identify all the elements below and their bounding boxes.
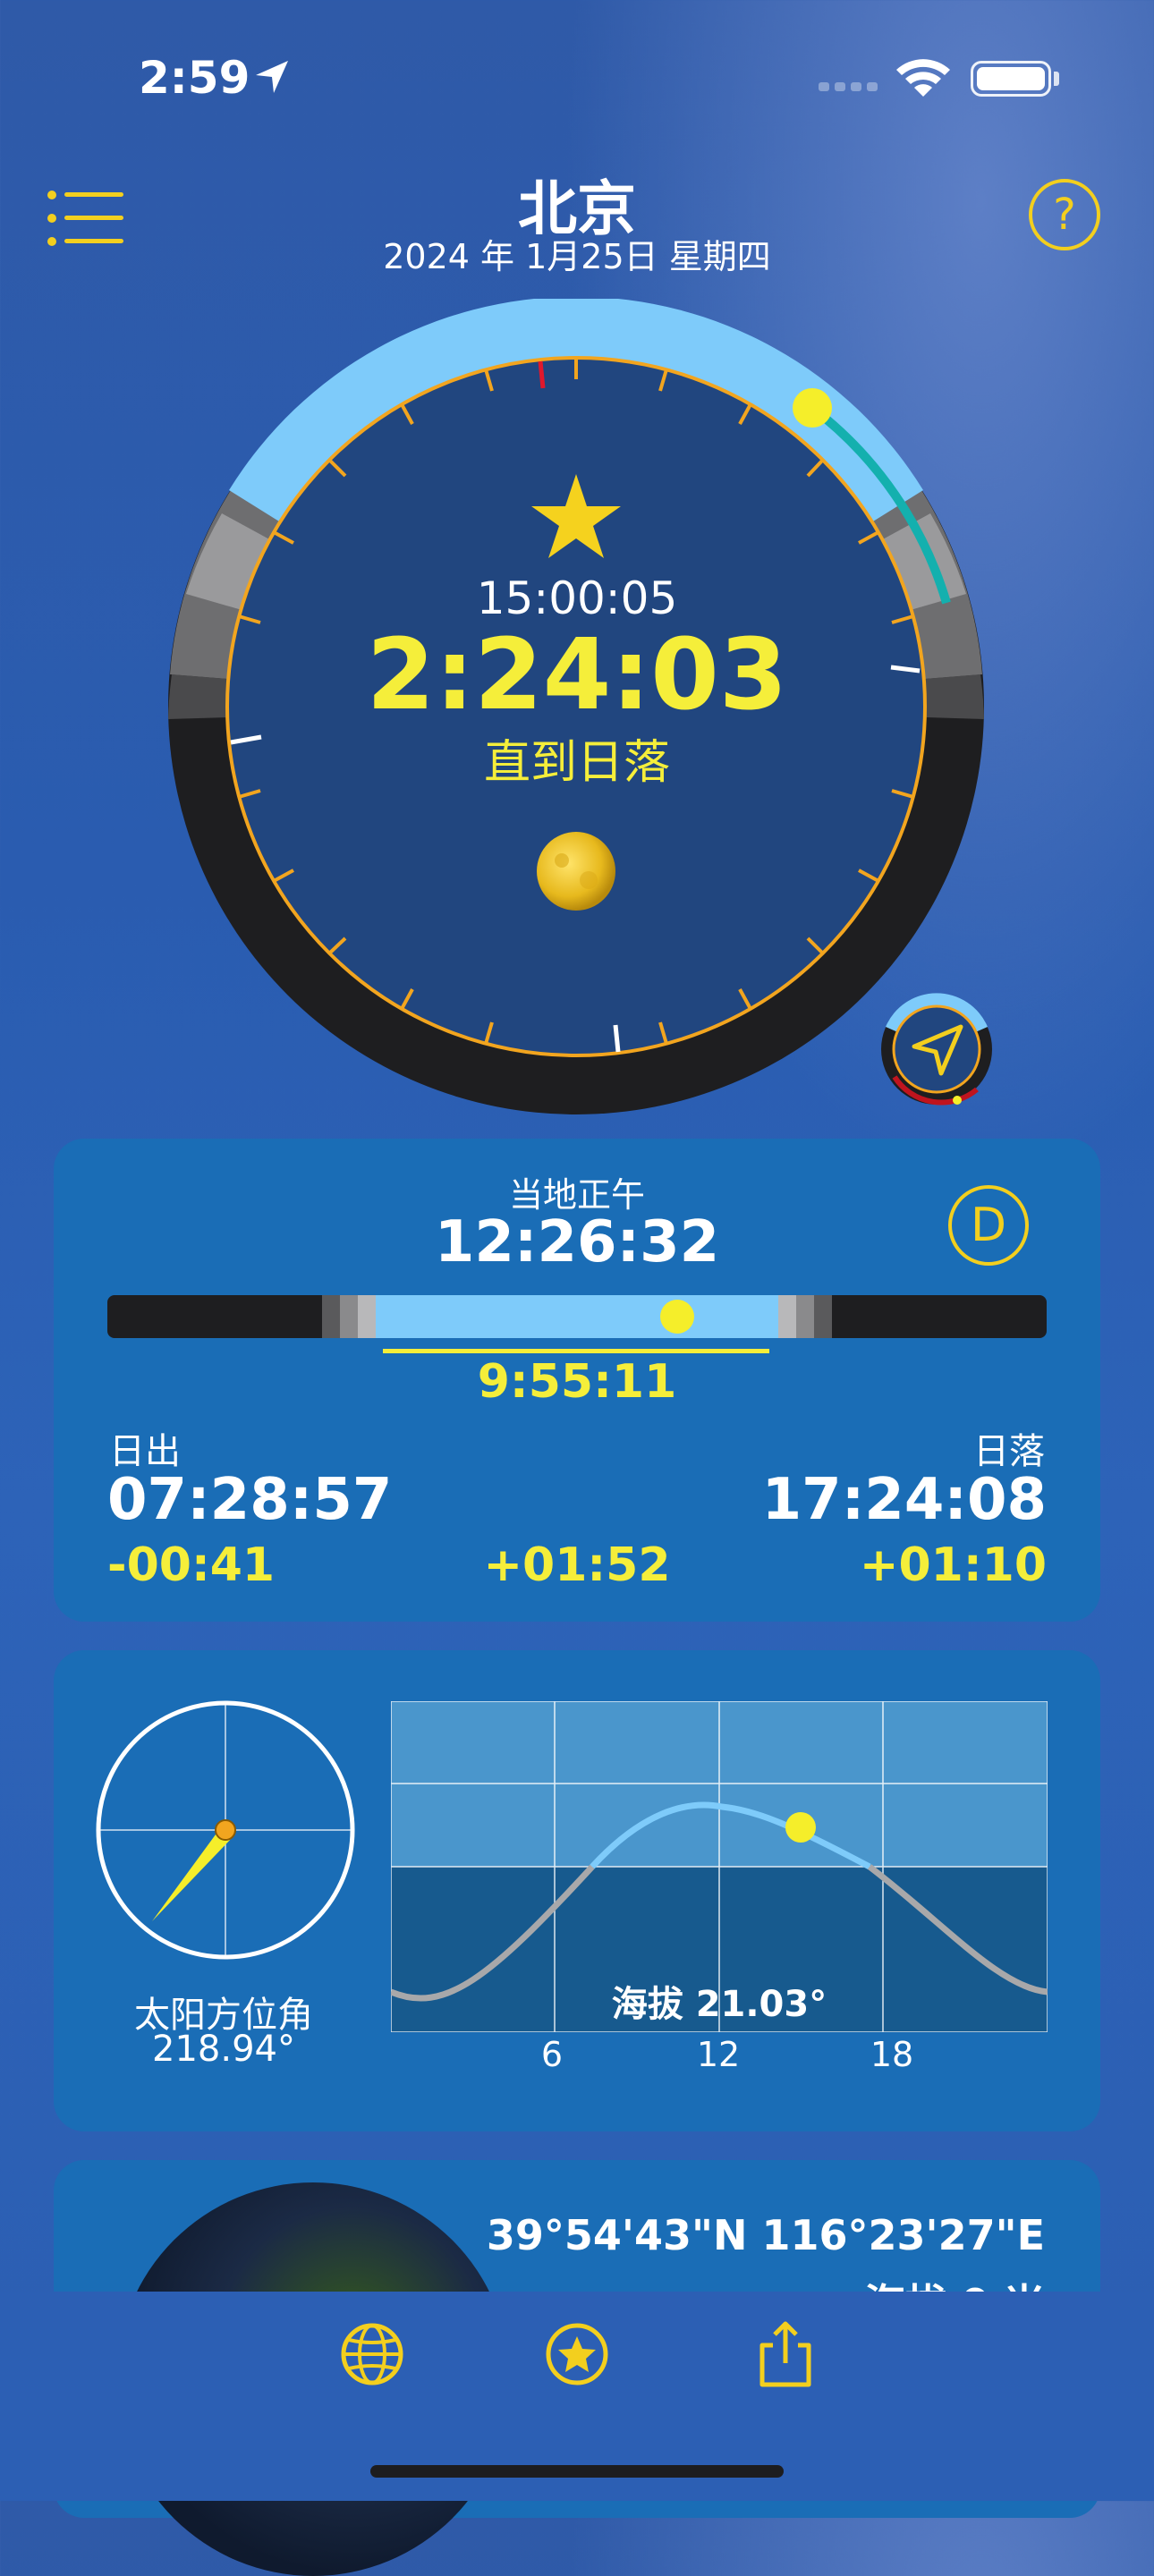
x-tick-18: 18 xyxy=(870,2035,914,2074)
share-icon[interactable] xyxy=(750,2318,821,2390)
sunset-change: +01:10 xyxy=(859,1538,1047,1592)
day-progress-bar xyxy=(107,1295,1047,1338)
sunset-time: 17:24:08 xyxy=(761,1467,1047,1533)
battery-icon xyxy=(971,61,1051,97)
day-length: 9:55:11 xyxy=(477,1355,677,1409)
coordinates: 39°54'43"N 116°23'27"E xyxy=(486,2211,1045,2259)
until-sunset-label: 直到日落 xyxy=(483,736,670,790)
altitude-label: 海拔 21.03° xyxy=(611,1984,827,2025)
wifi-icon xyxy=(896,59,950,97)
help-button[interactable]: ? xyxy=(1029,179,1100,250)
x-tick-6: 6 xyxy=(540,2035,564,2074)
day-length-underline xyxy=(383,1349,769,1353)
globe-icon[interactable] xyxy=(336,2318,408,2390)
date-subtitle: 2024 年 1月25日 星期四 xyxy=(383,237,771,276)
home-indicator xyxy=(370,2465,784,2478)
mode-d-button[interactable]: D xyxy=(948,1185,1029,1266)
sunrise-time: 07:28:57 xyxy=(107,1467,393,1533)
azimuth-compass xyxy=(96,1700,355,1960)
countdown-timer: 2:24:03 xyxy=(366,617,788,732)
azimuth-value: 218.94° xyxy=(152,2029,295,2070)
x-tick-12: 12 xyxy=(696,2035,741,2074)
status-time: 2:59 xyxy=(139,52,250,104)
location-compass-button[interactable] xyxy=(878,991,995,1107)
battery-tip xyxy=(1054,72,1059,86)
location-arrow-icon xyxy=(256,61,288,93)
star-icon[interactable] xyxy=(541,2318,613,2390)
signal-icon xyxy=(819,82,878,91)
